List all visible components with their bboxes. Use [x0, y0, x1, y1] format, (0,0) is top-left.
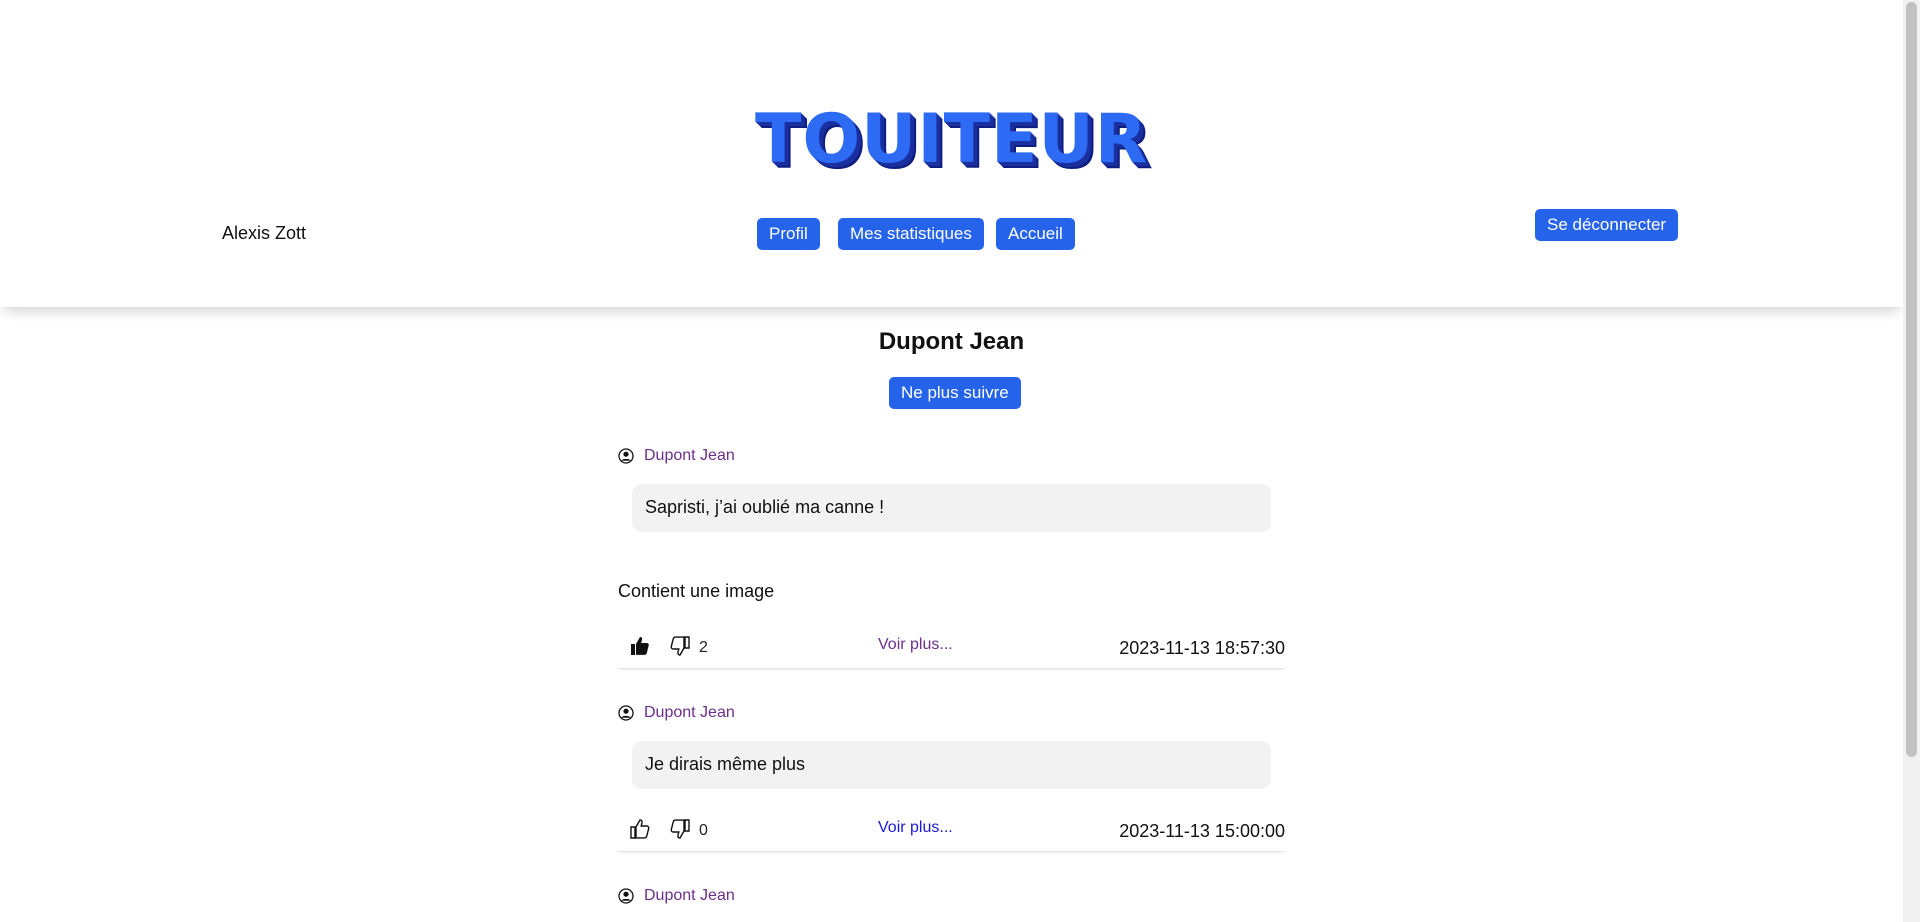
- current-user-name: Alexis Zott: [222, 223, 307, 243]
- site-logo[interactable]: TOUITEUR: [0, 100, 1903, 179]
- thumbs-up-icon[interactable]: [628, 634, 652, 658]
- nav-stats-button[interactable]: Mes statistiques: [838, 218, 984, 250]
- user-circle-icon: [618, 888, 634, 904]
- post-footer: 2 Voir plus... 2023-11-13 18:57:30: [618, 624, 1285, 669]
- unfollow-button[interactable]: Ne plus suivre: [889, 377, 1021, 409]
- thumbs-down-icon[interactable]: [668, 817, 692, 841]
- user-circle-icon: [618, 448, 634, 464]
- nav-profil-button[interactable]: Profil: [757, 218, 820, 250]
- user-circle-icon: [618, 705, 634, 721]
- voir-plus-link[interactable]: Voir plus...: [878, 636, 953, 654]
- thumbs-up-icon[interactable]: [628, 817, 652, 841]
- post-card: Dupont Jean: [618, 887, 1285, 917]
- post-author-name[interactable]: Dupont Jean: [644, 447, 735, 465]
- scrollbar-thumb[interactable]: [1906, 2, 1917, 757]
- post-card: Dupont Jean Je dirais même plus 0 Voir p…: [618, 704, 1285, 854]
- post-author-name[interactable]: Dupont Jean: [644, 704, 735, 722]
- voir-plus-link[interactable]: Voir plus...: [878, 819, 953, 837]
- profile-title: Dupont Jean: [878, 328, 1025, 355]
- post-author-name[interactable]: Dupont Jean: [644, 887, 735, 905]
- vertical-scrollbar[interactable]: [1903, 0, 1920, 922]
- post-footer: 0 Voir plus... 2023-11-13 15:00:00: [618, 807, 1285, 852]
- site-header: TOUITEUR Alexis Zott Profil Mes statisti…: [0, 0, 1903, 307]
- post-date: 2023-11-13 15:00:00: [1119, 821, 1285, 841]
- post-score: 0: [699, 822, 708, 839]
- logout-button[interactable]: Se déconnecter: [1535, 209, 1679, 241]
- post-date: 2023-11-13 18:57:30: [1119, 638, 1285, 658]
- thumbs-down-icon[interactable]: [668, 634, 692, 658]
- post-attachment-note: Contient une image: [618, 581, 775, 601]
- post-text: Je dirais même plus: [632, 741, 1271, 789]
- post-score: 2: [699, 639, 708, 656]
- nav-accueil-button[interactable]: Accueil: [996, 218, 1075, 250]
- post-text: Sapristi, j’ai oublié ma canne !: [632, 484, 1271, 532]
- post-card: Dupont Jean Sapristi, j’ai oublié ma can…: [618, 447, 1285, 669]
